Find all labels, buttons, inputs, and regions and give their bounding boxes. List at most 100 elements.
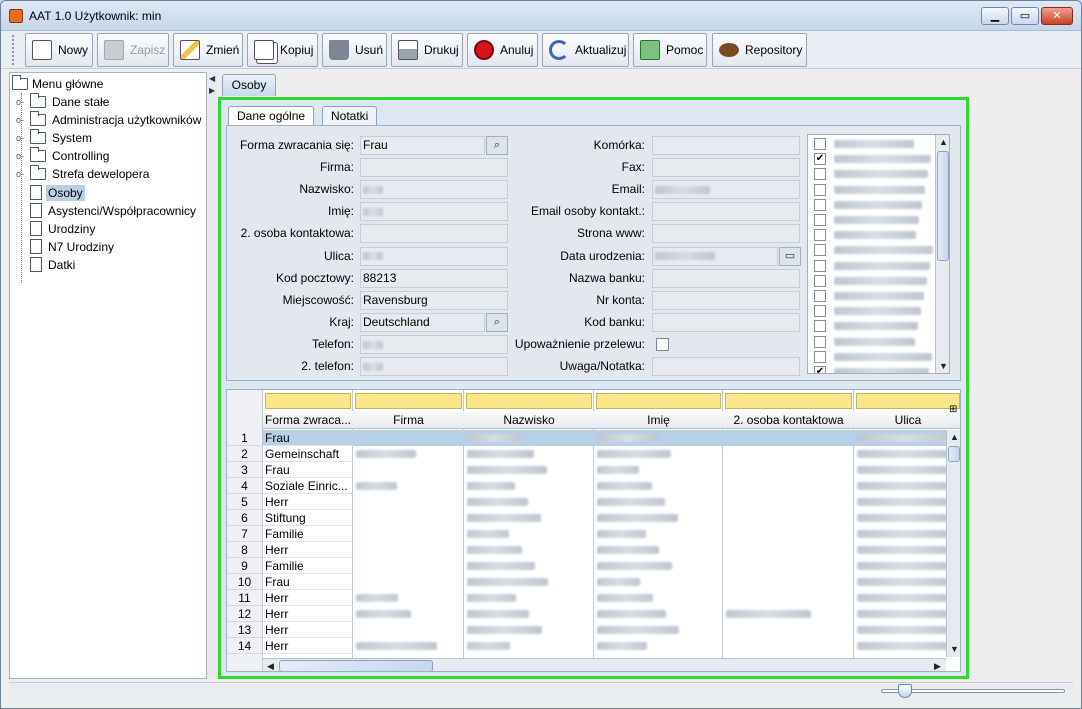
tree-item-datki[interactable]: Datki: [16, 256, 77, 274]
repository-button[interactable]: Repository: [712, 33, 807, 67]
column-header[interactable]: Forma zwraca...: [263, 411, 353, 429]
column-filter-field[interactable]: [725, 393, 852, 409]
column-header[interactable]: Nazwisko: [464, 411, 594, 429]
category-checkbox[interactable]: [814, 183, 826, 196]
tab-dane-ogolne[interactable]: Dane ogólne: [228, 106, 315, 126]
category-checkbox[interactable]: [814, 168, 826, 181]
form-field-r10[interactable]: [652, 357, 800, 376]
column-chooser-icon[interactable]: ⊞: [949, 404, 957, 415]
category-checkbox[interactable]: [814, 320, 826, 333]
column-header[interactable]: Ulica: [854, 411, 960, 429]
binoculars-search-icon[interactable]: ⌕: [486, 312, 508, 332]
column-filter-field[interactable]: [265, 393, 351, 409]
persons-table[interactable]: Forma zwraca... Firma Nazwisko Imię 2. osoba…: [226, 389, 961, 672]
form-field-2[interactable]: [360, 180, 508, 200]
collapse-left-arrow-icon[interactable]: ◀: [209, 74, 215, 83]
edit-button[interactable]: Zmień: [173, 33, 243, 67]
form-field-r6[interactable]: [652, 268, 800, 288]
category-checkbox[interactable]: [814, 290, 826, 302]
form-field-4[interactable]: [360, 224, 508, 244]
form-field-r1[interactable]: [652, 158, 800, 178]
form-field-r7[interactable]: [652, 290, 800, 310]
column-filter-field[interactable]: [856, 393, 960, 409]
binoculars-search-icon[interactable]: ⌕: [486, 136, 508, 155]
help-button[interactable]: Pomoc: [633, 33, 707, 67]
scroll-left-arrow-icon[interactable]: ◀: [263, 659, 278, 671]
form-field-0[interactable]: Frau: [360, 136, 485, 155]
category-checkbox[interactable]: [814, 259, 826, 272]
form-field-7[interactable]: Ravensburg: [360, 290, 508, 310]
form-field-9[interactable]: [360, 334, 508, 354]
tree-item-system[interactable]: o- System: [16, 129, 94, 147]
form-field-r5[interactable]: [652, 246, 778, 266]
form-field-r8[interactable]: [652, 312, 800, 332]
tree-root[interactable]: Menu główne: [12, 75, 103, 93]
form-field-r3[interactable]: [652, 202, 800, 222]
category-checkbox[interactable]: [814, 244, 826, 257]
column-filter-field[interactable]: [596, 393, 721, 409]
table-vertical-scrollbar[interactable]: ▲ ▼: [946, 430, 960, 657]
form-field-r2[interactable]: [652, 180, 800, 200]
category-checkbox[interactable]: ✔: [814, 366, 826, 373]
delete-button[interactable]: Usuń: [322, 33, 387, 67]
cancel-button[interactable]: Anuluj: [467, 33, 538, 67]
scroll-right-arrow-icon[interactable]: ▶: [930, 659, 945, 671]
calendar-picker-icon[interactable]: ▭: [779, 246, 801, 266]
scroll-down-arrow-icon[interactable]: ▼: [947, 642, 960, 657]
tab-notatki[interactable]: Notatki: [322, 106, 378, 126]
form-field-1[interactable]: [360, 158, 508, 178]
checklist-scrollbar[interactable]: ▲ ▼: [935, 135, 949, 373]
category-checkbox[interactable]: [814, 305, 826, 318]
tree-item-osoby[interactable]: Osoby: [16, 184, 85, 202]
scroll-thumb[interactable]: [948, 446, 960, 462]
new-button[interactable]: Nowy: [25, 33, 93, 67]
transfer-authorization-checkbox[interactable]: [656, 337, 669, 351]
category-checkbox[interactable]: ✔: [814, 153, 826, 166]
category-checklist[interactable]: ✔ ✔ ▲ ▼: [807, 134, 950, 374]
column-header[interactable]: Firma: [353, 411, 464, 429]
category-checkbox[interactable]: [814, 198, 826, 211]
form-field-10[interactable]: [360, 357, 508, 376]
tree-item-strefa-dewelopera[interactable]: o- Strefa dewelopera: [16, 165, 151, 183]
form-field-8[interactable]: Deutschland: [360, 312, 485, 332]
column-filter-field[interactable]: [466, 393, 592, 409]
scroll-thumb[interactable]: [937, 151, 949, 261]
category-checkbox[interactable]: [814, 138, 826, 150]
category-checkbox[interactable]: [814, 229, 826, 242]
scroll-up-arrow-icon[interactable]: ▲: [936, 135, 949, 150]
print-button[interactable]: Drukuj: [391, 33, 463, 67]
form-field-3[interactable]: [360, 202, 508, 222]
form-field-r4[interactable]: [652, 224, 800, 244]
expand-key-icon[interactable]: o-: [16, 98, 26, 107]
close-button[interactable]: ✕: [1041, 7, 1073, 25]
form-field-r0[interactable]: [652, 136, 800, 155]
tree-item-urodziny[interactable]: Urodziny: [16, 220, 97, 238]
expand-right-arrow-icon[interactable]: ▶: [209, 86, 215, 95]
form-field-5[interactable]: [360, 246, 508, 266]
expand-key-icon[interactable]: o-: [16, 134, 26, 143]
expand-key-icon[interactable]: o-: [16, 116, 26, 125]
column-header[interactable]: Imię: [594, 411, 723, 429]
refresh-button[interactable]: Aktualizuj: [542, 33, 629, 67]
tree-item-n7-urodziny[interactable]: N7 Urodziny: [16, 238, 116, 256]
column-header[interactable]: 2. osoba kontaktowa: [723, 411, 854, 429]
column-filter-field[interactable]: [355, 393, 462, 409]
tree-item-asystenci-wsp-pracownicy[interactable]: Asystenci/Współpracownicy: [16, 202, 198, 220]
category-checkbox[interactable]: [814, 335, 826, 348]
tab-osoby[interactable]: Osoby: [222, 74, 276, 96]
expand-key-icon[interactable]: o-: [16, 170, 26, 179]
tree-item-administracja-u-ytkownik-w[interactable]: o- Administracja użytkowników: [16, 111, 203, 129]
copy-button[interactable]: Kopiuj: [247, 33, 318, 67]
zoom-slider-knob[interactable]: [898, 684, 912, 698]
form-field-6[interactable]: 88213: [360, 268, 508, 288]
minimize-button[interactable]: ▁: [981, 7, 1009, 25]
category-checkbox[interactable]: [814, 214, 826, 226]
expand-key-icon[interactable]: o-: [16, 152, 26, 161]
category-checkbox[interactable]: [814, 350, 826, 363]
scroll-down-arrow-icon[interactable]: ▼: [936, 359, 949, 373]
scroll-up-arrow-icon[interactable]: ▲: [947, 430, 960, 445]
table-horizontal-scrollbar[interactable]: ◀ ▶: [263, 658, 946, 671]
category-checkbox[interactable]: [814, 274, 826, 287]
scroll-thumb[interactable]: [279, 660, 433, 671]
maximize-button[interactable]: ▭: [1011, 7, 1039, 25]
